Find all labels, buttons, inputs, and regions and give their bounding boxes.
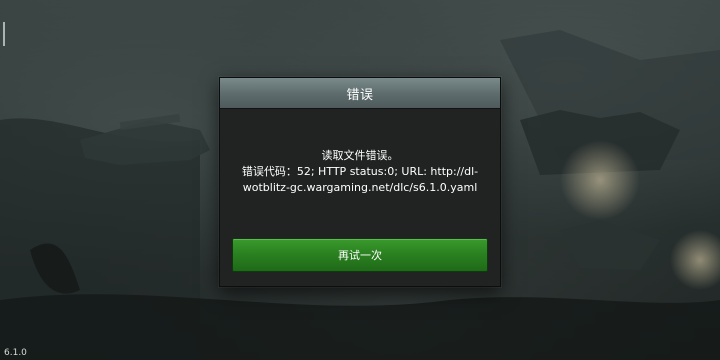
error-code-line: 错误代码：52; HTTP status:0; URL: http://dl- xyxy=(241,165,479,178)
version-label: 6.1.0 xyxy=(4,348,27,358)
retry-button[interactable]: 再试一次 xyxy=(232,238,488,272)
dialog-header: 错误 xyxy=(220,78,500,109)
error-url-line: wotblitz-gc.wargaming.net/dlc/s6.1.0.yam… xyxy=(242,181,478,194)
error-message: 读取文件错误。 错误代码：52; HTTP status:0; URL: htt… xyxy=(230,148,490,196)
game-screen: 错误 读取文件错误。 错误代码：52; HTTP status:0; URL: … xyxy=(0,0,720,360)
error-message-line: 读取文件错误。 xyxy=(321,149,399,162)
retry-button-label: 再试一次 xyxy=(338,249,382,262)
error-dialog: 错误 读取文件错误。 错误代码：52; HTTP status:0; URL: … xyxy=(219,77,501,287)
scroll-indicator xyxy=(3,22,5,46)
dialog-title: 错误 xyxy=(346,87,374,103)
